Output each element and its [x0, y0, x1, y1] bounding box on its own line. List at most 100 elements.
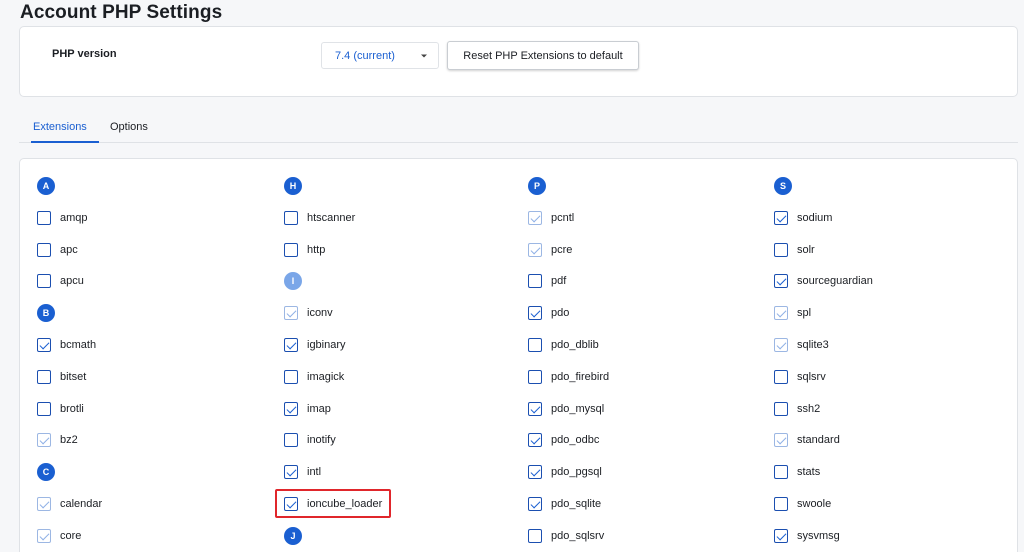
reset-extensions-button[interactable]: Reset PHP Extensions to default [447, 41, 639, 70]
extension-item-apcu[interactable]: apcu [37, 271, 257, 291]
extension-item-standard[interactable]: standard [774, 430, 994, 450]
extension-checkbox[interactable] [774, 274, 788, 289]
extension-checkbox[interactable] [528, 497, 542, 511]
extension-checkbox[interactable] [774, 401, 788, 416]
extension-item-htscanner[interactable]: htscanner [284, 208, 504, 228]
extension-checkbox[interactable] [37, 242, 51, 257]
extension-label: sodium [797, 211, 833, 224]
extension-item-imagick[interactable]: imagick [284, 367, 504, 387]
letter-group-header: C [37, 462, 257, 482]
extension-checkbox[interactable] [284, 401, 298, 416]
extension-item-pdo-dblib[interactable]: pdo_dblib [528, 335, 748, 355]
extension-checkbox[interactable] [37, 401, 51, 416]
letter-group-header: H [284, 176, 504, 196]
extension-label: intl [307, 466, 322, 479]
extension-label: pdo_odbc [551, 434, 600, 447]
extension-checkbox[interactable] [528, 306, 542, 321]
extension-item-imap[interactable]: imap [284, 399, 504, 419]
php-version-panel: PHP version 7.4 (current) Reset PHP Exte… [19, 26, 1018, 97]
extension-checkbox[interactable] [284, 210, 298, 225]
php-version-value: 7.4 (current) [335, 49, 395, 62]
extension-checkbox[interactable] [284, 242, 298, 257]
extension-item-inotify[interactable]: inotify [284, 430, 504, 450]
extension-checkbox[interactable] [528, 433, 542, 448]
extension-item-calendar[interactable]: calendar [37, 494, 257, 514]
extension-item-swoole[interactable]: swoole [774, 494, 994, 514]
extension-checkbox[interactable] [37, 274, 51, 289]
extension-checkbox[interactable] [284, 497, 298, 511]
tab-options[interactable]: Options [110, 121, 148, 141]
extension-item-pcre[interactable]: pcre [528, 240, 748, 260]
extension-checkbox[interactable] [284, 433, 298, 448]
extension-checkbox [37, 497, 51, 511]
extension-item-sqlite3[interactable]: sqlite3 [774, 335, 994, 355]
letter-group-header: P [528, 176, 748, 196]
extension-item-bcmath[interactable]: bcmath [37, 335, 257, 355]
extension-label: pdo_pgsql [551, 466, 602, 479]
extension-checkbox[interactable] [284, 465, 298, 480]
extension-item-pdo-sqlsrv[interactable]: pdo_sqlsrv [528, 526, 748, 546]
extension-checkbox[interactable] [528, 401, 542, 416]
extension-item-ioncube-loader[interactable]: ioncube_loader [284, 494, 504, 514]
extension-item-igbinary[interactable]: igbinary [284, 335, 504, 355]
extension-item-pdo[interactable]: pdo [528, 303, 748, 323]
extension-item-sqlsrv[interactable]: sqlsrv [774, 367, 994, 387]
extension-item-apc[interactable]: apc [37, 240, 257, 260]
extension-item-pdo-mysql[interactable]: pdo_mysql [528, 399, 748, 419]
extension-label: stats [797, 466, 821, 479]
extension-checkbox[interactable] [528, 369, 542, 384]
letter-badge: P [528, 177, 546, 195]
extension-checkbox[interactable] [774, 369, 788, 384]
extension-item-solr[interactable]: solr [774, 240, 994, 260]
extension-item-sysvmsg[interactable]: sysvmsg [774, 526, 994, 546]
extension-item-amqp[interactable]: amqp [37, 208, 257, 228]
extension-item-brotli[interactable]: brotli [37, 399, 257, 419]
extension-item-iconv[interactable]: iconv [284, 303, 504, 323]
extension-checkbox[interactable] [37, 338, 51, 352]
extension-label: imagick [307, 370, 345, 383]
extension-checkbox[interactable] [774, 528, 788, 543]
extension-checkbox[interactable] [528, 338, 542, 352]
extension-checkbox[interactable] [37, 369, 51, 384]
extension-checkbox[interactable] [528, 465, 542, 480]
extension-item-bitset[interactable]: bitset [37, 367, 257, 387]
tab-extensions[interactable]: Extensions [31, 121, 99, 143]
extension-checkbox[interactable] [284, 338, 298, 352]
extension-item-pdf[interactable]: pdf [528, 271, 748, 291]
extension-checkbox[interactable] [528, 528, 542, 543]
extension-checkbox[interactable] [774, 465, 788, 480]
extension-checkbox[interactable] [37, 210, 51, 225]
extension-label: bitset [60, 370, 87, 383]
extension-item-pdo-firebird[interactable]: pdo_firebird [528, 367, 748, 387]
extension-label: pdo_dblib [551, 339, 599, 351]
extension-label: ssh2 [797, 402, 821, 415]
extension-label: ioncube_loader [307, 498, 383, 510]
extension-checkbox[interactable] [774, 242, 788, 257]
extension-item-pdo-sqlite[interactable]: pdo_sqlite [528, 494, 748, 514]
letter-badge: A [37, 177, 55, 195]
extension-item-pcntl[interactable]: pcntl [528, 208, 748, 228]
extension-item-stats[interactable]: stats [774, 462, 994, 482]
extension-checkbox [528, 210, 542, 225]
extension-item-http[interactable]: http [284, 240, 504, 260]
php-version-select[interactable]: 7.4 (current) [321, 42, 439, 69]
extension-checkbox [774, 433, 788, 448]
extension-label: pdo_mysql [551, 402, 605, 415]
extension-item-sourceguardian[interactable]: sourceguardian [774, 271, 994, 291]
extension-checkbox[interactable] [774, 210, 788, 225]
extension-item-pdo-pgsql[interactable]: pdo_pgsql [528, 462, 748, 482]
extension-checkbox [284, 306, 298, 321]
extension-item-intl[interactable]: intl [284, 462, 504, 482]
extension-item-ssh2[interactable]: ssh2 [774, 399, 994, 419]
extension-checkbox[interactable] [284, 369, 298, 384]
extension-label: http [307, 243, 326, 256]
extension-label: pdo_sqlsrv [551, 529, 605, 542]
extension-item-pdo-odbc[interactable]: pdo_odbc [528, 430, 748, 450]
extension-item-sodium[interactable]: sodium [774, 208, 994, 228]
extension-label: spl [797, 307, 812, 320]
extension-item-spl[interactable]: spl [774, 303, 994, 323]
extension-item-core[interactable]: core [37, 526, 257, 546]
extension-item-bz2[interactable]: bz2 [37, 430, 257, 450]
extension-checkbox[interactable] [774, 497, 788, 511]
extension-checkbox[interactable] [528, 274, 542, 289]
